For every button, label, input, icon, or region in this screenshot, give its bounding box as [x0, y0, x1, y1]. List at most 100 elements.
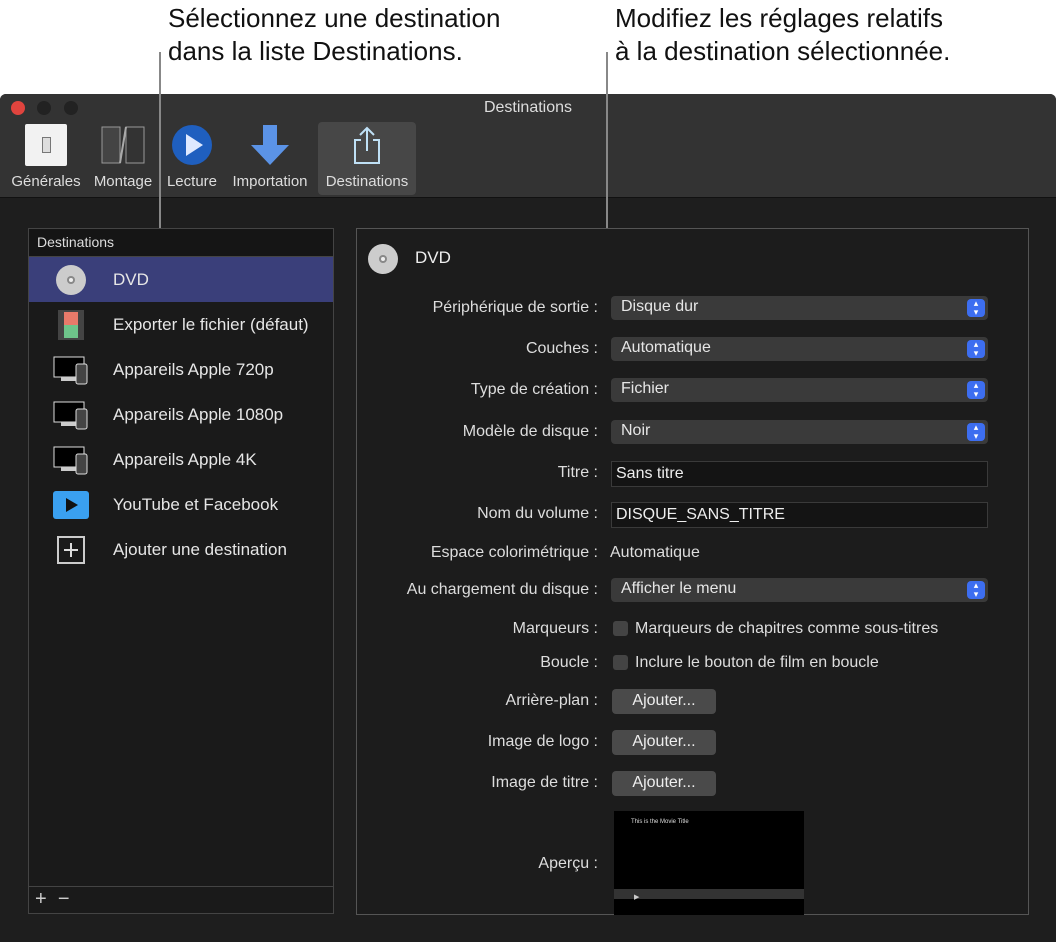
remove-button[interactable]: − [58, 888, 70, 910]
list-item-apple-4k[interactable]: Appareils Apple 4K [29, 437, 333, 482]
field-label: Arrière-plan : [505, 692, 598, 709]
play-icon [160, 122, 224, 168]
select-value: Fichier [621, 380, 670, 397]
apple-devices-icon [29, 400, 113, 430]
list-item-export-file[interactable]: Exporter le fichier (défaut) [29, 302, 333, 347]
plus-box-icon [29, 535, 113, 564]
color-space-value: Automatique [610, 544, 700, 561]
dvd-icon [367, 243, 399, 280]
field-label: Nom du volume : [477, 505, 598, 522]
list-item-label: Ajouter une destination [113, 539, 287, 559]
callout-left: Sélectionnez une destination dans la list… [168, 2, 500, 68]
settings-panel: DVD Périphérique de sortie : Disque dur ▴ ▾… [356, 228, 1029, 915]
stepper-chevrons-icon: ▴ ▾ [967, 423, 985, 441]
dvd-icon [29, 264, 113, 296]
field-label: Au chargement du disque : [406, 581, 598, 598]
checkbox-label[interactable]: Marqueurs de chapitres comme sous-titres [635, 620, 938, 638]
film-file-icon [29, 309, 113, 340]
list-header: Destinations [29, 229, 333, 257]
list-item-label: Appareils Apple 720p [113, 359, 274, 379]
field-label: Image de logo : [487, 733, 598, 750]
preview-controls-bar [614, 889, 804, 899]
field-label: Type de création : [470, 381, 598, 398]
disc-template-select[interactable]: Noir ▴ ▾ [611, 420, 988, 444]
color-space-row: Espace colorimétrique : Automatique [357, 541, 1028, 567]
volume-name-input[interactable]: DISQUE_SANS_TITRE [611, 502, 988, 528]
checkbox-label[interactable]: Inclure le bouton de film en boucle [635, 654, 879, 672]
loop-checkbox[interactable] [613, 655, 628, 670]
tab-lecture[interactable]: Lecture [160, 122, 224, 195]
output-device-row: Périphérique de sortie : Disque dur ▴ ▾ [357, 296, 1028, 322]
field-label: Image de titre : [491, 774, 598, 791]
creation-type-select[interactable]: Fichier ▴ ▾ [611, 378, 988, 402]
video-icon [29, 490, 113, 519]
stepper-chevrons-icon: ▴ ▾ [967, 340, 985, 358]
background-row: Arrière-plan : Ajouter... [357, 689, 1028, 715]
tab-label: Destinations [325, 173, 409, 190]
callout-pointer [159, 52, 161, 228]
list-item-apple-1080p[interactable]: Appareils Apple 1080p [29, 392, 333, 437]
list-item-youtube-facebook[interactable]: YouTube et Facebook [29, 482, 333, 527]
preview-movie-title: This is the Movie Title [631, 819, 689, 825]
field-label: Périphérique de sortie : [432, 299, 598, 316]
title-image-row: Image de titre : Ajouter... [357, 771, 1028, 797]
field-label: Espace colorimétrique : [430, 544, 598, 561]
list-item-apple-720p[interactable]: Appareils Apple 720p [29, 347, 333, 392]
preview-play-icon: ▶ [634, 894, 640, 901]
tab-generales[interactable]: Générales [6, 122, 86, 195]
logo-row: Image de logo : Ajouter... [357, 730, 1028, 756]
stepper-chevrons-icon: ▴ ▾ [967, 381, 985, 399]
tab-montage[interactable]: Montage [88, 122, 158, 195]
add-button[interactable]: + [35, 888, 47, 910]
list-item-label: Appareils Apple 1080p [113, 404, 284, 424]
list-item-label: Exporter le fichier (défaut) [113, 314, 309, 334]
field-label: Couches : [525, 340, 598, 357]
list-item-dvd[interactable]: DVD [29, 257, 333, 302]
markers-row: Marqueurs : Marqueurs de chapitres comme … [357, 617, 1028, 643]
callout-line: dans la liste Destinations. [168, 36, 463, 66]
markers-checkbox[interactable] [613, 621, 628, 636]
callout-line: Modifiez les réglages relatifs [615, 3, 944, 33]
field-label: Boucle : [540, 654, 598, 671]
loop-row: Boucle : Inclure le bouton de film en bou… [357, 651, 1028, 677]
tab-importation[interactable]: Importation [226, 122, 314, 195]
callout-pointer [606, 52, 608, 228]
panel-title: DVD [415, 248, 451, 267]
creation-type-row: Type de création : Fichier ▴ ▾ [357, 378, 1028, 404]
list-item-label: Appareils Apple 4K [113, 449, 257, 469]
disc-template-row: Modèle de disque : Noir ▴ ▾ [357, 420, 1028, 446]
tab-label: Lecture [166, 173, 218, 190]
logo-add-button[interactable]: Ajouter... [612, 730, 716, 755]
select-value: Noir [621, 422, 651, 439]
apple-devices-icon [29, 355, 113, 385]
output-device-select[interactable]: Disque dur ▴ ▾ [611, 296, 988, 320]
layers-row: Couches : Automatique ▴ ▾ [357, 337, 1028, 363]
tab-destinations[interactable]: Destinations [318, 122, 416, 195]
list-bottom-bar: + − [28, 886, 334, 914]
select-value: Disque dur [621, 298, 699, 315]
title-input[interactable]: Sans titre [611, 461, 988, 487]
list-item-label: DVD [113, 269, 149, 289]
apple-devices-icon [29, 445, 113, 475]
stepper-chevrons-icon: ▴ ▾ [967, 299, 985, 317]
tab-label: Importation [232, 173, 308, 190]
callout-right: Modifiez les réglages relatifs à la desti… [615, 2, 950, 68]
background-add-button[interactable]: Ajouter... [612, 689, 716, 714]
title-row: Titre : Sans titre [357, 461, 1028, 487]
download-arrow-icon [226, 122, 314, 168]
layers-select[interactable]: Automatique ▴ ▾ [611, 337, 988, 361]
field-label: Aperçu : [538, 855, 598, 872]
volume-name-row: Nom du volume : DISQUE_SANS_TITRE [357, 502, 1028, 528]
select-value: Automatique [621, 339, 711, 356]
tab-label: Générales [11, 173, 81, 190]
tab-label: Montage [93, 173, 153, 190]
field-label: Modèle de disque : [462, 423, 598, 440]
on-load-select[interactable]: Afficher le menu ▴ ▾ [611, 578, 988, 602]
list-item-add-destination[interactable]: Ajouter une destination [29, 527, 333, 572]
field-label: Titre : [557, 464, 598, 481]
film-icon [88, 122, 158, 168]
title-image-add-button[interactable]: Ajouter... [612, 771, 716, 796]
callout-line: à la destination sélectionnée. [615, 36, 951, 66]
on-load-row: Au chargement du disque : Afficher le men… [357, 578, 1028, 604]
stepper-chevrons-icon: ▴ ▾ [967, 581, 985, 599]
